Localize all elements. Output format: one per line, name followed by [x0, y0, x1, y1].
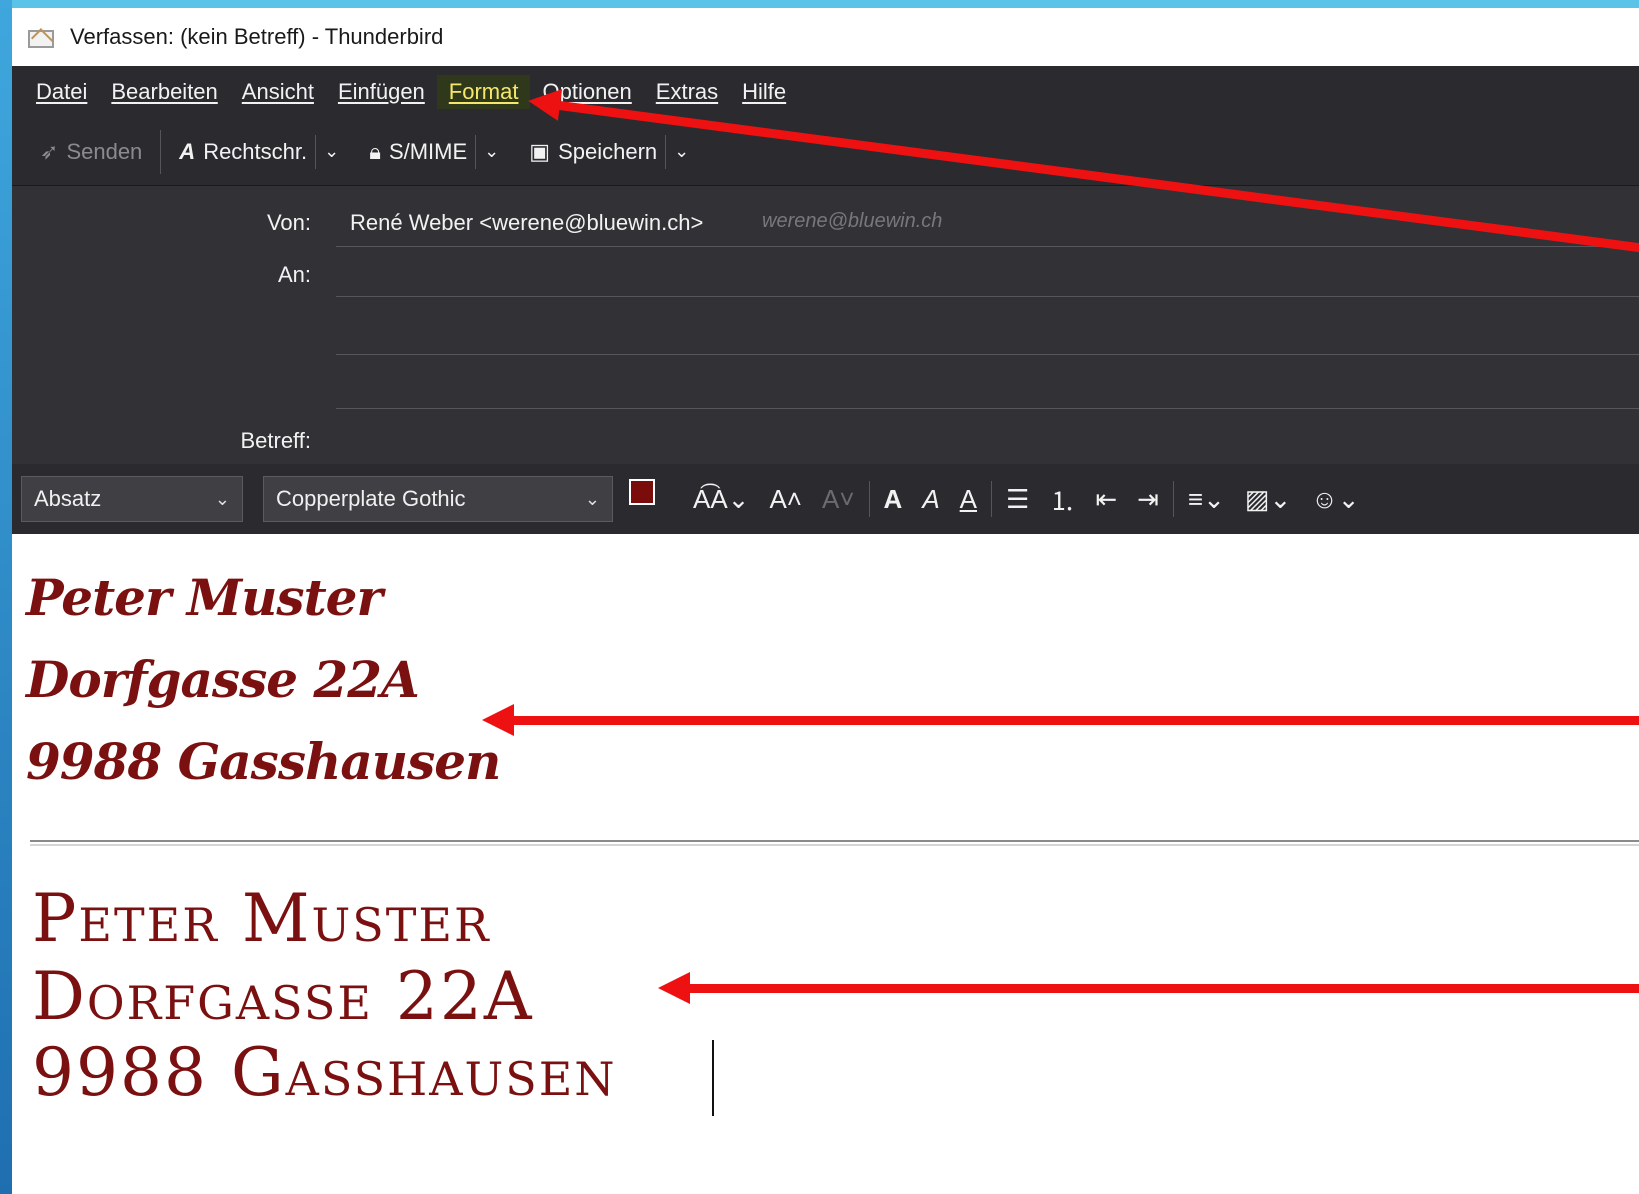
text-caret — [712, 1040, 714, 1116]
caps-city: 9988 Gasshausen — [32, 1034, 617, 1111]
caps-name: Peter Muster — [32, 880, 491, 957]
menu-extras[interactable]: Extras — [644, 75, 730, 109]
chevron-down-icon: ⌄ — [484, 141, 500, 161]
smime-label: S/MIME — [388, 138, 468, 164]
smime-button[interactable]: 🔒︎ S/MIME — [361, 139, 475, 165]
paragraph-format-select[interactable]: Absatz ⌄ — [21, 476, 243, 522]
desktop-background — [0, 0, 1639, 8]
to-label: An: — [277, 262, 311, 287]
arrow-to-script-signature — [482, 704, 1639, 736]
chevron-down-icon: ⌄ — [214, 488, 230, 509]
save-dropdown[interactable]: ⌄ — [665, 134, 697, 169]
decrease-size-icon[interactable]: A˅ — [812, 484, 865, 515]
menu-bar: Datei Bearbeiten Ansicht Einfügen Format… — [12, 66, 1639, 118]
format-divider — [991, 481, 992, 517]
send-label: Senden — [66, 138, 143, 164]
save-label: Speichern — [558, 138, 658, 164]
message-headers: Von: René Weber <werene@bluewin.ch> were… — [12, 186, 1639, 464]
lock-icon: 🔒︎ — [369, 138, 381, 164]
to-field-3[interactable] — [336, 408, 1639, 409]
format-divider — [868, 481, 870, 517]
chevron-down-icon: ⌄ — [674, 141, 690, 161]
arrow-head — [482, 704, 514, 736]
chevron-down-icon: ⌄ — [584, 488, 600, 509]
script-street: Dorfgasse 22A — [26, 650, 420, 709]
text-color-swatch — [629, 479, 655, 505]
toolbar-divider — [160, 129, 162, 174]
send-icon: ➶ — [40, 138, 59, 164]
menu-format[interactable]: Format — [436, 75, 531, 109]
font-family-value: Copperplate Gothic — [276, 486, 466, 511]
script-name: Peter Muster — [26, 568, 383, 627]
from-hint: werene@bluewin.ch — [762, 210, 943, 232]
spellcheck-label: Rechtschr. — [203, 138, 308, 164]
insert-image-icon[interactable]: ▨⌄ — [1235, 484, 1301, 515]
paragraph-format-value: Absatz — [34, 486, 102, 511]
arrow-head — [658, 972, 690, 1004]
emoji-icon[interactable]: ☺⌄ — [1301, 484, 1369, 515]
numbered-list-icon[interactable]: ⒈ — [1039, 481, 1085, 518]
bullet-list-icon[interactable]: ☰ — [996, 484, 1039, 515]
to-field-2[interactable] — [336, 354, 1639, 355]
spellcheck-dropdown[interactable]: ⌄ — [315, 134, 347, 169]
save-button[interactable]: ▣ Speichern — [521, 139, 665, 165]
caps-street: Dorfgasse 22A — [32, 958, 534, 1035]
arrow-head — [526, 85, 563, 121]
arrow-to-caps-signature — [658, 972, 1639, 1004]
from-underline — [336, 246, 1639, 247]
send-button[interactable]: ➶ Senden — [32, 139, 150, 165]
text-color-picker[interactable] — [629, 479, 675, 519]
outdent-icon[interactable]: ⇤ — [1085, 484, 1127, 515]
save-icon: ▣ — [529, 138, 551, 164]
bold-icon[interactable]: A — [874, 484, 913, 515]
align-icon[interactable]: ≡⌄ — [1178, 484, 1235, 515]
indent-icon[interactable]: ⇥ — [1127, 484, 1169, 515]
from-select[interactable]: René Weber <werene@bluewin.ch> — [350, 210, 703, 236]
italic-icon[interactable]: A — [912, 484, 949, 515]
horizontal-rule — [30, 840, 1639, 846]
spellcheck-icon: A — [179, 138, 196, 164]
font-size-icon[interactable]: A͡A⌄ — [683, 484, 759, 515]
format-toolbar: Absatz ⌄ Copperplate Gothic ⌄ A͡A⌄ A˄ A˅… — [12, 464, 1639, 534]
menu-ansicht[interactable]: Ansicht — [230, 75, 326, 109]
from-label: Von: — [266, 210, 311, 235]
window-title: Verfassen: (kein Betreff) - Thunderbird — [70, 24, 444, 49]
message-body[interactable]: Peter Muster Dorfgasse 22A 9988 Gasshaus… — [12, 534, 1639, 1194]
menu-datei[interactable]: Datei — [24, 75, 99, 109]
menu-hilfe[interactable]: Hilfe — [730, 75, 798, 109]
subject-label: Betreff: — [240, 428, 311, 453]
menu-bearbeiten[interactable]: Bearbeiten — [99, 75, 229, 109]
smime-dropdown[interactable]: ⌄ — [475, 134, 507, 169]
menu-einfuegen[interactable]: Einfügen — [326, 75, 437, 109]
format-divider — [1172, 481, 1174, 517]
font-family-select[interactable]: Copperplate Gothic ⌄ — [263, 476, 613, 522]
increase-size-icon[interactable]: A˄ — [759, 484, 812, 515]
envelope-icon — [26, 24, 56, 51]
chevron-down-icon: ⌄ — [324, 141, 340, 161]
script-city: 9988 Gasshausen — [26, 732, 501, 791]
title-bar: Verfassen: (kein Betreff) - Thunderbird — [12, 8, 1639, 66]
underline-icon[interactable]: A — [950, 484, 987, 515]
compose-toolbar: ➶ Senden A Rechtschr. ⌄ 🔒︎ S/MIME ⌄ ▣ Sp… — [12, 118, 1639, 186]
to-field-1[interactable] — [336, 296, 1639, 297]
spellcheck-button[interactable]: A Rechtschr. — [171, 139, 315, 165]
compose-window: Verfassen: (kein Betreff) - Thunderbird … — [12, 8, 1639, 1194]
desktop-edge — [0, 0, 12, 1194]
